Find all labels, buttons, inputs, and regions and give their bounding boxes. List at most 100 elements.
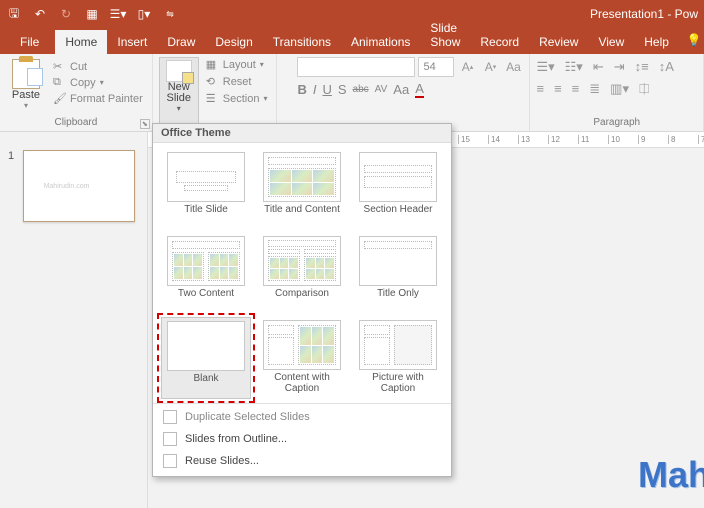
decrease-indent-button[interactable]: ⇤ [593,59,604,75]
layout-title-content[interactable]: Title and Content [257,149,347,229]
section-icon: ☰ [206,92,219,105]
increase-indent-button[interactable]: ⇥ [614,59,625,75]
copy-icon: ⧉ [53,76,66,89]
brush-icon: 🖌 [53,92,66,105]
outline-icon [163,432,177,446]
font-size-input[interactable] [418,57,454,77]
font-color-button[interactable]: A [415,81,424,98]
new-slide-label: New Slide [167,82,191,104]
justify-button[interactable]: ≣ [589,81,600,97]
decrease-font-icon[interactable]: A▾ [480,57,500,77]
ribbon-tabs: File Home Insert Draw Design Transitions… [0,28,704,54]
layout-blank[interactable]: Blank [161,317,251,399]
bold-button[interactable]: B [297,82,306,97]
tab-review[interactable]: Review [529,30,588,54]
section-label: Section [223,93,260,105]
save-icon[interactable]: 🖫 [6,6,22,22]
tab-home[interactable]: Home [55,30,107,54]
font-family-input[interactable] [297,57,415,77]
layout-title-only[interactable]: Title Only [353,233,443,313]
layout-picture-caption[interactable]: Picture with Caption [353,317,443,399]
tab-design[interactable]: Design [205,30,262,54]
group-paragraph: ☰▾ ☷▾ ⇤ ⇥ ↕≡ ↕A ≡ ≡ ≡ ≣ ▥▾ ⎅ Paragraph [530,54,704,131]
menu-reuse-slides[interactable]: Reuse Slides... [153,450,451,472]
layout-title-slide[interactable]: Title Slide [161,149,251,229]
tab-animations[interactable]: Animations [341,30,420,54]
layout-content-caption[interactable]: Content with Caption [257,317,347,399]
tab-transitions[interactable]: Transitions [263,30,341,54]
bullets-button[interactable]: ☰▾ [536,59,554,75]
tab-view[interactable]: View [588,30,634,54]
format-painter-button[interactable]: 🖌 Format Painter [50,91,146,106]
format-painter-label: Format Painter [70,93,143,105]
layout-section-header[interactable]: Section Header [353,149,443,229]
ribbon: Paste ▾ ✂Cut ⧉Copy ▾ 🖌Format Painter Cli… [0,54,704,132]
duplicate-icon [163,410,177,424]
lightbulb-icon: 💡 [687,33,702,47]
title-bar: 🖫 ↶ ↻ ▦ ☰▾ ▯▾ ⇋ Presentation1 - Pow [0,0,704,28]
menu-slides-from-outline[interactable]: Slides from Outline... [153,428,451,450]
undo-icon[interactable]: ↶ [32,6,48,22]
align-left-button[interactable]: ≡ [536,81,544,97]
align-center-button[interactable]: ≡ [554,81,562,97]
section-button[interactable]: ☰Section ▾ [203,91,271,106]
tell-me[interactable]: 💡 Tell me [687,26,704,54]
layout-comparison[interactable]: Comparison [257,233,347,313]
shadow-button[interactable]: S [338,82,347,97]
new-slide-icon [166,60,192,82]
slide-thumbnail[interactable]: Mahirudin.com [23,150,135,222]
tab-insert[interactable]: Insert [107,30,157,54]
layout-label: Layout [223,59,256,71]
tab-help[interactable]: Help [634,30,679,54]
tab-file[interactable]: File [10,30,55,54]
line-spacing-button[interactable]: ↕≡ [635,59,649,75]
layout-icon: ▦ [206,58,219,71]
workspace: 1 Mahirudin.com 15 14 13 12 11 10 9 8 7 … [0,132,704,508]
quick-access-toolbar: 🖫 ↶ ↻ ▦ ☰▾ ▯▾ ⇋ [6,6,178,22]
tab-draw[interactable]: Draw [157,30,205,54]
thumbnail-content: Mahirudin.com [44,183,90,190]
chevron-down-icon: ▾ [24,101,28,110]
align-right-button[interactable]: ≡ [572,81,580,97]
reset-button[interactable]: ⟲Reset [203,74,271,89]
cut-button[interactable]: ✂Cut [50,59,146,74]
qat-customize-icon[interactable]: ⇋ [162,6,178,22]
new-slide-button[interactable]: New Slide ▾ [159,57,199,131]
reuse-icon [163,454,177,468]
chevron-down-icon: ▾ [177,104,181,113]
columns-button[interactable]: ▥▾ [610,81,629,97]
strike-button[interactable]: abc [353,84,369,95]
text-direction-button[interactable]: ↕A [659,59,674,75]
start-slideshow-icon[interactable]: ▦ [84,6,100,22]
clear-formatting-icon[interactable]: Aa [503,57,523,77]
tab-slideshow[interactable]: Slide Show [420,16,470,54]
reuse-label: Reuse Slides... [185,455,259,467]
group-clipboard: Paste ▾ ✂Cut ⧉Copy ▾ 🖌Format Painter Cli… [0,54,153,131]
new-doc-icon[interactable]: ▯▾ [136,6,152,22]
layout-button[interactable]: ▦Layout ▾ [203,57,271,72]
char-spacing-button[interactable]: AV [375,84,388,95]
touch-mode-icon[interactable]: ☰▾ [110,6,126,22]
clipboard-icon [12,59,40,89]
window-title: Presentation1 - Pow [590,7,698,21]
paragraph-group-label: Paragraph [536,115,697,131]
align-text-button[interactable]: ⎅ [639,81,649,97]
change-case-button[interactable]: Aa [393,82,409,97]
italic-button[interactable]: I [313,82,317,97]
outline-label: Slides from Outline... [185,433,287,445]
gallery-header: Office Theme [153,124,451,143]
dialog-launcher-icon[interactable]: ⬊ [140,119,150,129]
copy-label: Copy [70,77,96,89]
increase-font-icon[interactable]: A▴ [457,57,477,77]
menu-duplicate-slides[interactable]: Duplicate Selected Slides [153,406,451,428]
paste-button[interactable]: Paste ▾ [6,57,46,115]
layout-two-content[interactable]: Two Content [161,233,251,313]
group-slides: New Slide ▾ ▦Layout ▾ ⟲Reset ☰Section ▾ [153,54,278,131]
tab-record[interactable]: Record [470,30,529,54]
cut-label: Cut [70,61,87,73]
numbering-button[interactable]: ☷▾ [565,59,583,75]
redo-icon[interactable]: ↻ [58,6,74,22]
slide-number: 1 [8,150,14,162]
underline-button[interactable]: U [322,82,331,97]
copy-button[interactable]: ⧉Copy ▾ [50,75,146,90]
